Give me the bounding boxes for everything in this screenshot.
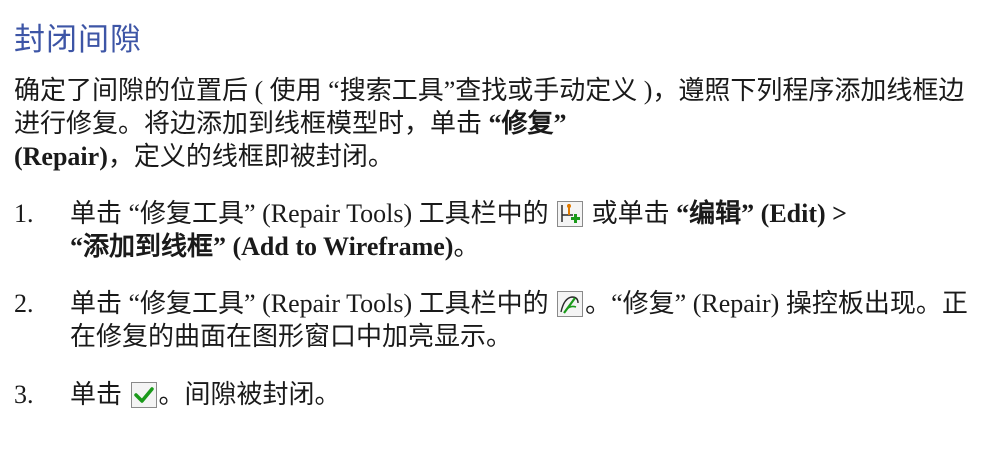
step-1-text-b: 或单击 (585, 199, 677, 228)
step-text: 单击 “修复工具” (Repair Tools) 工具栏中的 。“修复” (Re… (70, 287, 979, 353)
intro-paragraph: 确定了间隙的位置后 ( 使用 “搜索工具”查找或手动定义 )，遵照下列程序添加线… (14, 74, 974, 173)
step-number: 2. (14, 289, 34, 318)
step-2-text-a: 单击 “修复工具” (Repair Tools) 工具栏中的 (70, 289, 556, 318)
step-1-text-c: 。 (453, 232, 480, 261)
step-1-text-a: 单击 “修复工具” (Repair Tools) 工具栏中的 (70, 199, 556, 228)
repair-english-label: (Repair) (14, 142, 108, 171)
step-3-text-a: 单击 (70, 380, 129, 409)
step-2: 2. 单击 “修复工具” (Repair Tools) 工具栏中的 。“修复” … (14, 287, 979, 353)
intro-text-2: ，定义的线框即被封闭。 (107, 142, 394, 171)
step-3: 3. 单击 。间隙被封闭。 (14, 378, 979, 411)
repair-bold-label: “修复” (488, 109, 567, 138)
step-number: 3. (14, 380, 34, 409)
step-number: 1. (14, 199, 34, 228)
green-checkmark-icon[interactable] (130, 382, 157, 408)
add-to-wireframe-icon[interactable] (557, 201, 584, 227)
add-to-wireframe-label: “添加到线框” (Add to Wireframe) (70, 232, 454, 261)
repair-icon[interactable] (557, 291, 584, 317)
edit-menu-label: “编辑” (Edit) > (676, 199, 847, 228)
step-text: 单击 。间隙被封闭。 (70, 378, 979, 411)
step-1: 1. 单击 “修复工具” (Repair Tools) 工具栏中的 或单击 “编… (14, 197, 979, 263)
step-3-text-b: 。间隙被封闭。 (158, 380, 341, 409)
step-text: 单击 “修复工具” (Repair Tools) 工具栏中的 或单击 “编辑” … (70, 197, 979, 263)
page-title: 封闭间隙 (14, 22, 142, 58)
